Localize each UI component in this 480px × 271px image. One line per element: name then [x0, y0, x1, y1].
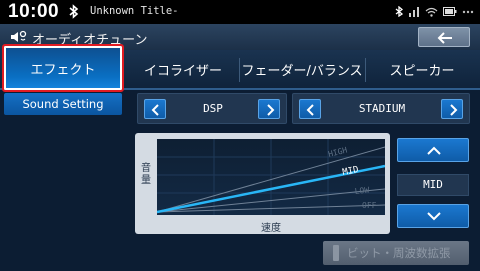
- bluetooth-icon: [69, 4, 79, 19]
- tab-equalizer[interactable]: イコライザー: [128, 50, 238, 88]
- mode-next-button[interactable]: [258, 99, 280, 119]
- status-bar: 10:00 Unknown Title-: [0, 0, 480, 24]
- chevron-down-icon: [427, 212, 441, 221]
- audio-tune-icon: [11, 30, 27, 42]
- system-icons: [395, 6, 474, 17]
- preset-next-button[interactable]: [441, 99, 463, 119]
- level-value: MID: [397, 174, 469, 196]
- chevron-up-icon: [427, 146, 441, 155]
- chevron-right-icon: [267, 104, 275, 116]
- preset-value: STADIUM: [358, 102, 406, 115]
- y-label-char: 音: [141, 163, 151, 174]
- tab-speaker[interactable]: スピーカー: [366, 50, 478, 88]
- level-up-button[interactable]: [397, 138, 469, 162]
- mode-selector: DSP: [137, 93, 287, 124]
- clock: 10:00: [8, 1, 60, 22]
- wifi-icon: [425, 7, 438, 17]
- tab-effect[interactable]: エフェクト: [2, 44, 124, 92]
- preset-selector: STADIUM: [292, 93, 470, 124]
- chevron-left-icon: [306, 104, 314, 116]
- level-label-low: LOW: [354, 186, 369, 196]
- toggle-indicator: [333, 245, 339, 261]
- extension-label: ビット・周波数拡張: [347, 246, 451, 260]
- tab-label: フェーダー/バランス: [241, 63, 363, 79]
- submenu-label: Sound Setting: [22, 97, 104, 111]
- graph-plot-area: HIGH MID LOW OFF: [157, 139, 385, 215]
- graph-y-label: 音 量: [140, 163, 152, 187]
- submenu-sound-setting[interactable]: Sound Setting: [4, 93, 122, 115]
- mode-value: DSP: [203, 102, 223, 115]
- back-button[interactable]: [418, 27, 470, 47]
- bit-frequency-extension-button[interactable]: ビット・周波数拡張: [323, 241, 469, 265]
- graph-svg: HIGH MID LOW OFF: [157, 139, 385, 215]
- track-title: Unknown Title-: [90, 5, 179, 17]
- level-control: MID: [397, 136, 469, 234]
- more-icon: [462, 10, 474, 13]
- preset-prev-button[interactable]: [299, 99, 321, 119]
- tab-label: エフェクト: [30, 62, 96, 78]
- battery-icon: [443, 7, 457, 16]
- chevron-left-icon: [151, 104, 159, 116]
- tab-bar: エフェクト イコライザー フェーダー/バランス スピーカー: [0, 44, 480, 92]
- mode-prev-button[interactable]: [144, 99, 166, 119]
- signal-icon: [409, 6, 419, 17]
- chevron-right-icon: [450, 104, 458, 116]
- y-label-char: 量: [141, 175, 151, 186]
- speed-volume-graph: 音 量 HIGH MID LOW OFF 速度: [135, 133, 390, 234]
- tab-fader-balance[interactable]: フェーダー/バランス: [240, 50, 364, 88]
- level-down-button[interactable]: [397, 204, 469, 228]
- graph-x-label: 速度: [261, 223, 281, 234]
- tab-label: イコライザー: [143, 63, 222, 79]
- level-label-off: OFF: [362, 201, 377, 210]
- tab-label: スピーカー: [389, 63, 455, 79]
- bluetooth-icon: [395, 6, 403, 17]
- back-arrow-icon: [437, 32, 452, 44]
- level-label-mid: MID: [342, 165, 360, 178]
